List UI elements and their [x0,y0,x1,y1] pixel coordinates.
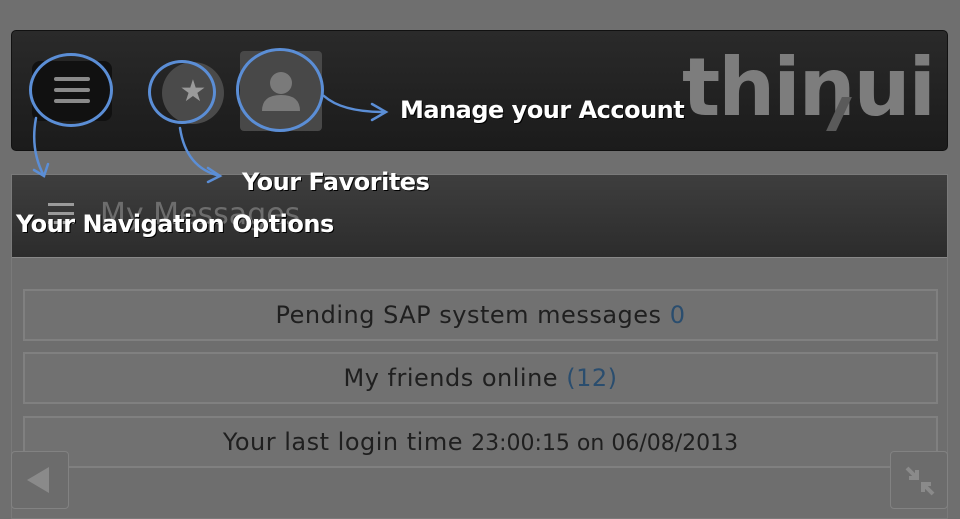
annotation-favorites: Your Favorites [242,168,430,196]
annotation-arrows [32,94,389,184]
annotation-manage-account: Manage your Account [400,96,685,124]
annotation-navigation: Your Navigation Options [16,210,334,238]
